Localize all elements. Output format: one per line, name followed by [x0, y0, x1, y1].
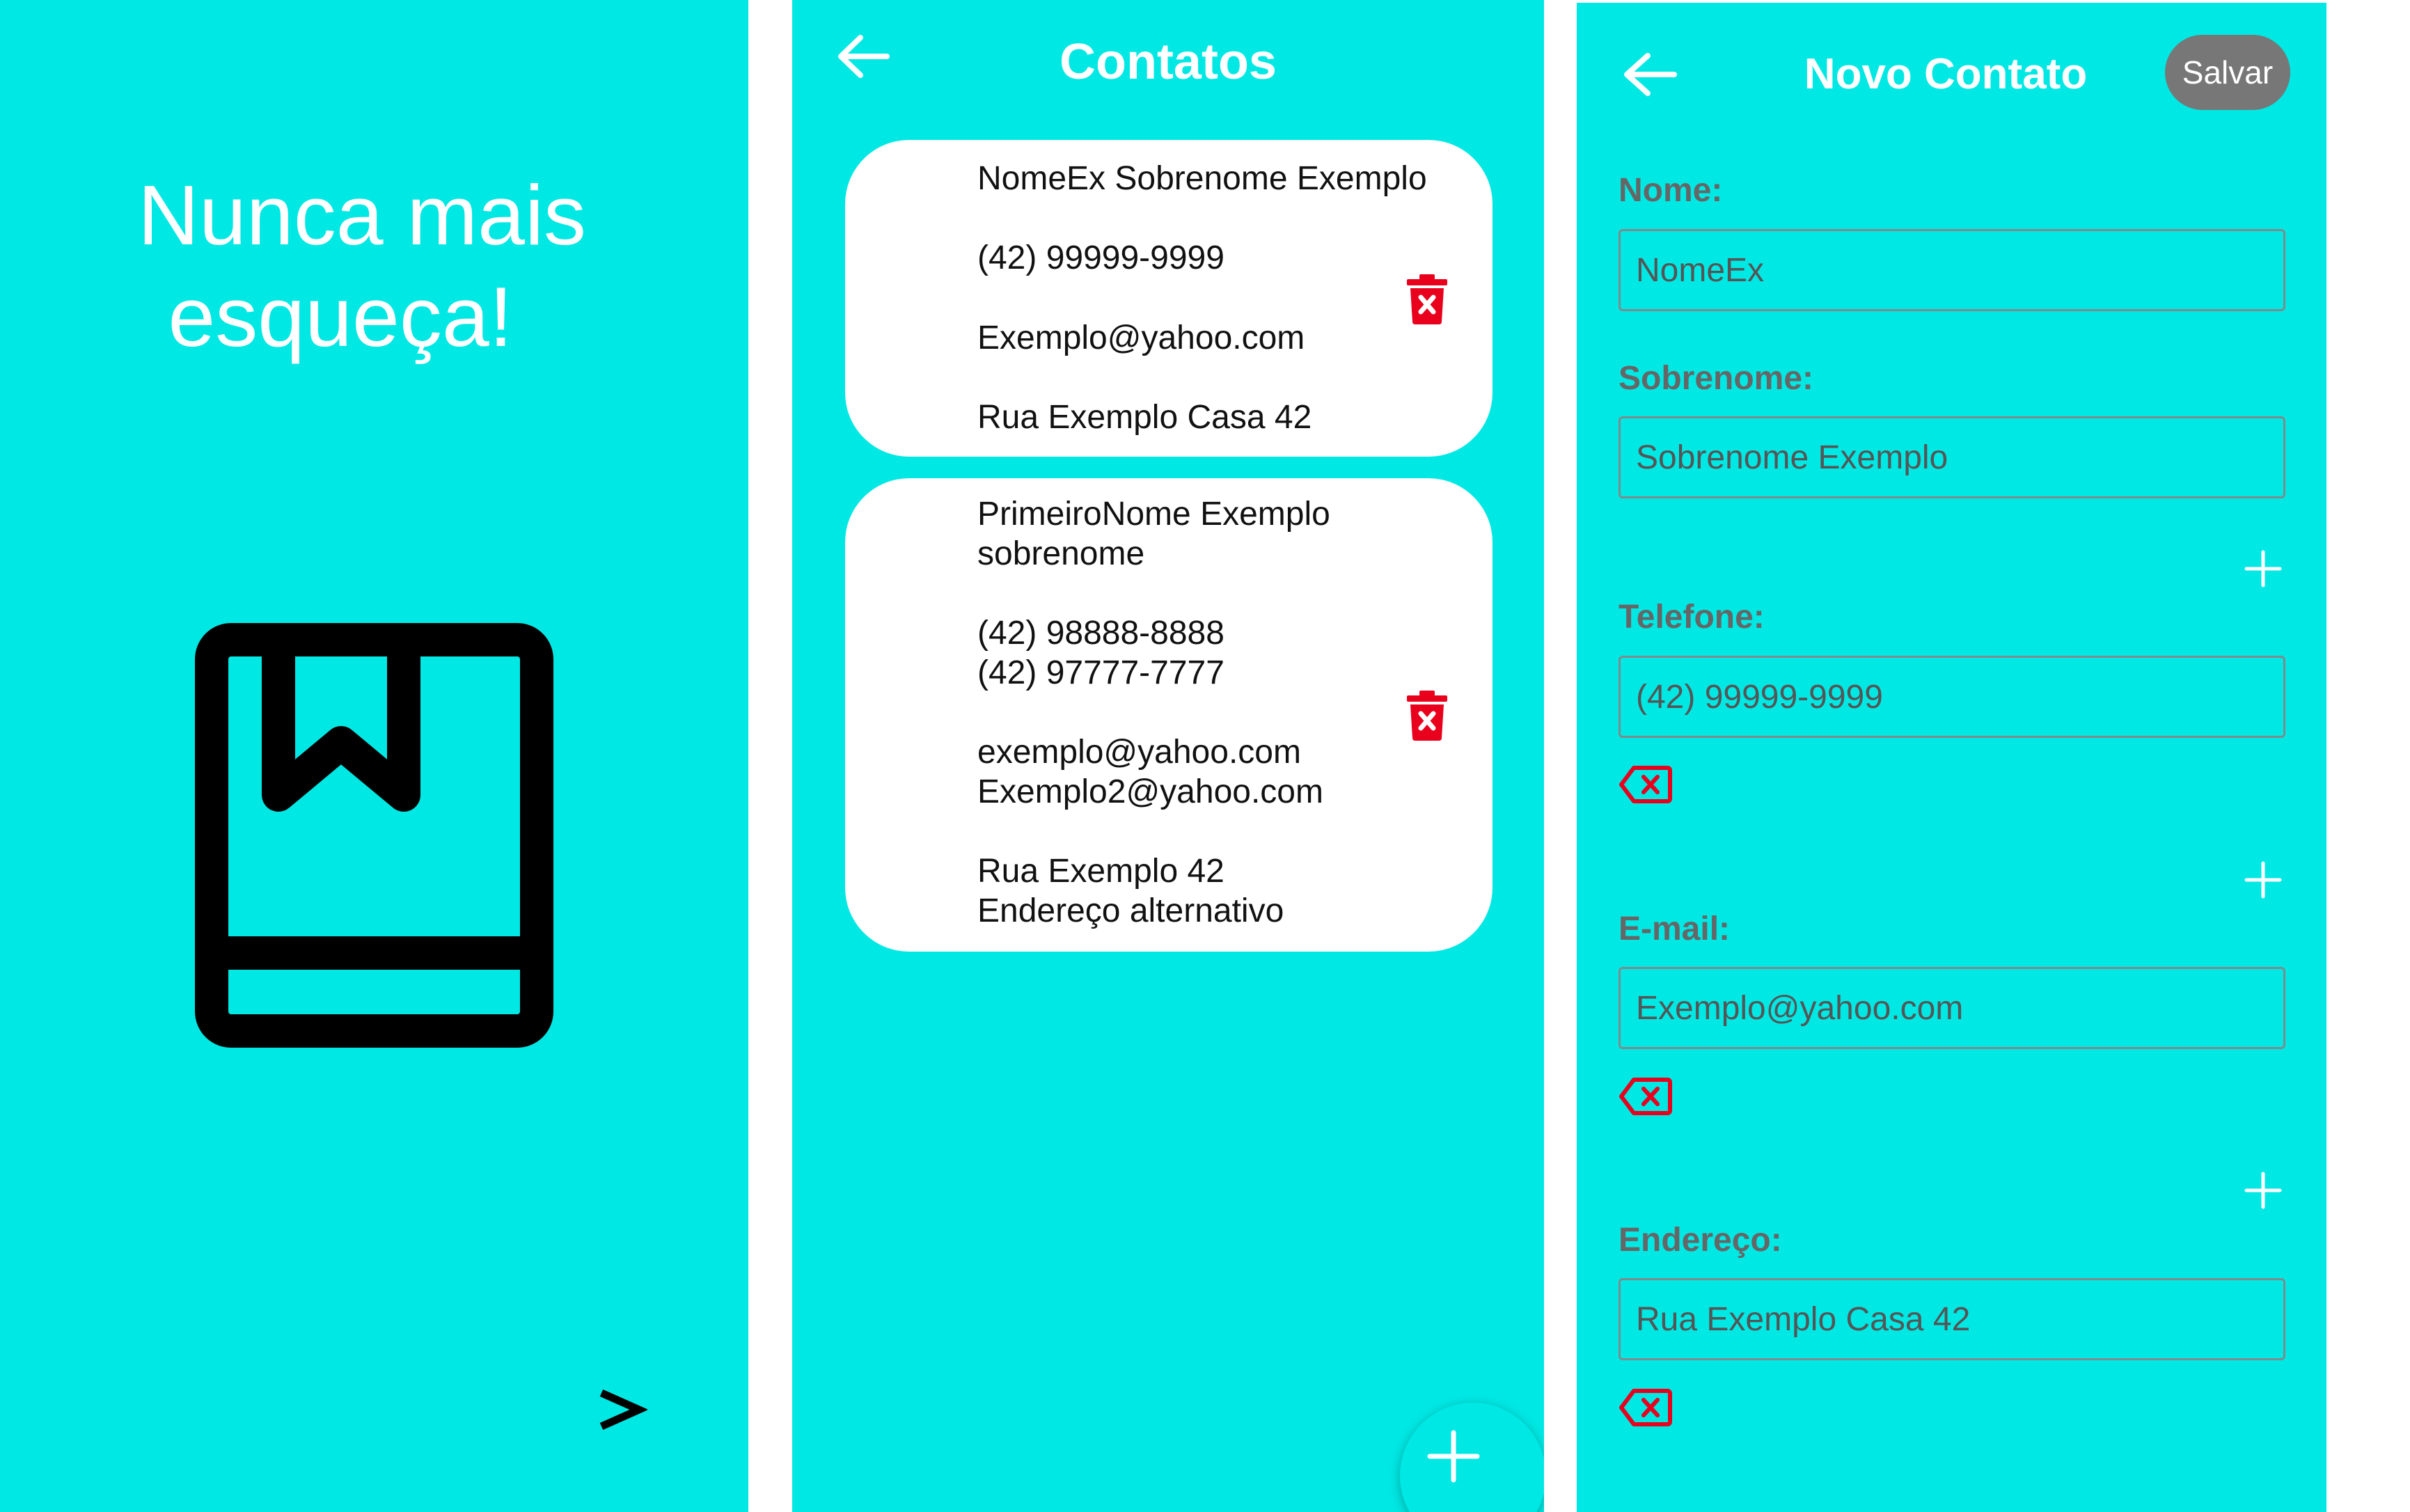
plus-icon — [1427, 1430, 1480, 1483]
page-title: Contatos — [1060, 34, 1277, 90]
sobrenome-field[interactable] — [1619, 416, 2285, 498]
backspace-x-icon[interactable] — [1619, 1077, 1673, 1116]
contact-address: Endereço alternativo — [977, 892, 1284, 929]
next-arrow-button[interactable] — [592, 1382, 647, 1438]
email-field[interactable] — [1619, 967, 2285, 1049]
add-email-button[interactable] — [2242, 859, 2284, 901]
contact-email: Exemplo2@yahoo.com — [977, 773, 1323, 810]
contact-email: exemplo@yahoo.com — [977, 734, 1301, 771]
add-contact-button[interactable] — [1400, 1403, 1544, 1512]
tagline-line-2: esqueça! — [168, 269, 513, 364]
telefone-label: Telefone: — [1619, 599, 1765, 636]
email-label: E-mail: — [1619, 911, 1731, 947]
contact-name: PrimeiroNome Exemplo — [977, 496, 1330, 533]
endereco-field[interactable] — [1619, 1278, 2285, 1360]
contacts-screen: Contatos NomeEx Sobrenome Exemplo (42) 9… — [792, 0, 1544, 1512]
backspace-x-icon[interactable] — [1619, 1388, 1673, 1427]
telefone-field[interactable] — [1619, 656, 2285, 738]
contact-name: sobrenome — [977, 535, 1145, 572]
book-bookmark-icon — [195, 623, 553, 1048]
contact-phone: (42) 99999-9999 — [977, 239, 1224, 276]
contact-phone: (42) 98888-8888 — [977, 615, 1224, 652]
add-phone-button[interactable] — [2242, 548, 2284, 590]
page-title: Novo Contato — [1804, 50, 2088, 98]
tagline-line-1: Nunca mais — [137, 168, 587, 262]
save-button[interactable]: Salvar — [2165, 35, 2290, 110]
trash-icon[interactable] — [1407, 274, 1447, 324]
new-contact-screen: Novo Contato Salvar Nome: Sobrenome: Tel… — [1577, 3, 2326, 1512]
nome-label: Nome: — [1619, 172, 1723, 209]
add-address-button[interactable] — [2242, 1170, 2284, 1211]
contact-address: Rua Exemplo Casa 42 — [977, 399, 1312, 436]
tagline: Nunca mais esqueça! — [0, 164, 724, 368]
endereco-label: Endereço: — [1619, 1222, 1782, 1259]
contact-email: Exemplo@yahoo.com — [977, 320, 1305, 356]
contact-card[interactable]: PrimeiroNome Exemplo sobrenome (42) 9888… — [845, 478, 1493, 952]
arrow-left-icon[interactable] — [1621, 50, 1678, 99]
contact-card[interactable]: NomeEx Sobrenome Exemplo (42) 99999-9999… — [845, 140, 1493, 457]
trash-icon[interactable] — [1407, 691, 1447, 741]
contact-address: Rua Exemplo 42 — [977, 853, 1224, 890]
nome-field[interactable] — [1619, 229, 2285, 311]
sobrenome-label: Sobrenome: — [1619, 360, 1814, 397]
contact-name: NomeEx Sobrenome Exemplo — [977, 160, 1427, 197]
contact-phone: (42) 97777-7777 — [977, 654, 1224, 691]
onboarding-screen: Nunca mais esqueça! — [0, 0, 748, 1512]
backspace-x-icon[interactable] — [1619, 765, 1673, 804]
